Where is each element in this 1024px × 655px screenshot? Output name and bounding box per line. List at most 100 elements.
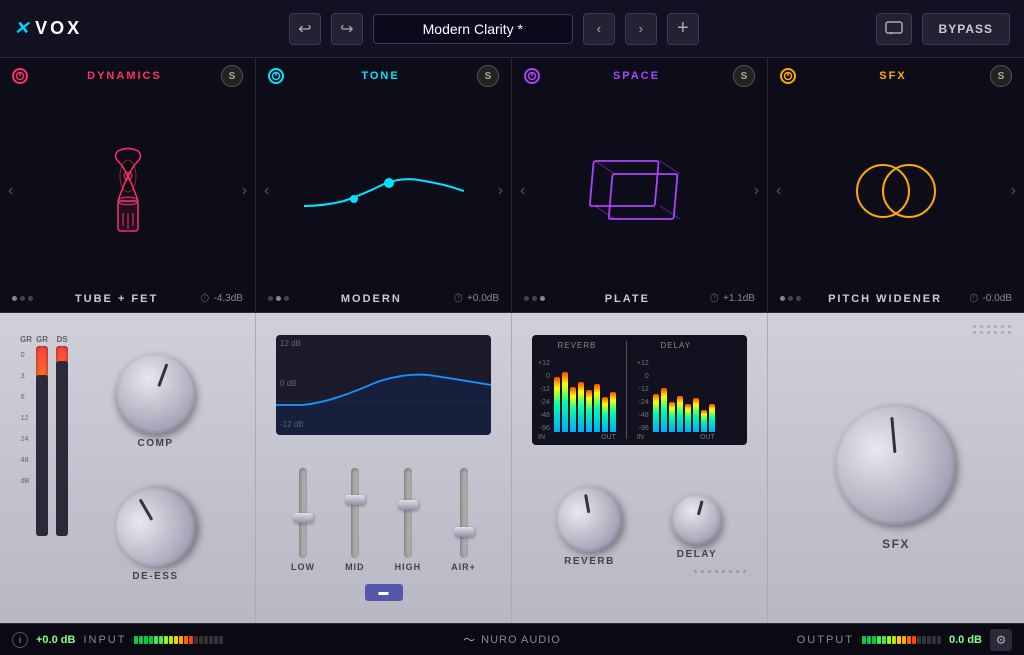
grille-dot: [701, 570, 704, 573]
tone-s-button[interactable]: S: [477, 65, 499, 87]
sfx-dot: [994, 325, 997, 328]
seg: [209, 636, 213, 644]
space-prev-button[interactable]: ‹: [520, 182, 525, 200]
space-power-button[interactable]: [524, 68, 540, 84]
space-db: +1.1dB: [723, 293, 755, 304]
space-next-button[interactable]: ›: [754, 182, 759, 200]
tone-db: +0.0dB: [467, 293, 499, 304]
delay-meter-label: DELAY: [660, 341, 691, 350]
eq-low-label: LOW: [291, 562, 315, 572]
seg: [189, 636, 193, 644]
right-controls: BYPASS: [876, 13, 1010, 45]
module-space-top: SPACE S: [512, 58, 767, 94]
eq-mode-button[interactable]: ▬: [365, 584, 403, 601]
sfx-knob[interactable]: [831, 400, 961, 530]
bar: [685, 404, 691, 432]
delay-knob-container: DELAY: [672, 495, 722, 560]
seg: [907, 636, 911, 644]
dynamics-prev-button[interactable]: ‹: [8, 182, 13, 200]
space-dots: [524, 296, 545, 301]
bar: [554, 377, 560, 432]
seg: [917, 636, 921, 644]
tone-next-button[interactable]: ›: [498, 182, 503, 200]
ds-meter-fill: [56, 361, 68, 536]
grille-dot: [743, 570, 746, 573]
seg: [937, 636, 941, 644]
comp-knob-container: COMP: [116, 354, 196, 449]
reverb-io-labels: IN OUT: [538, 434, 616, 441]
sfx-prev-button[interactable]: ‹: [776, 182, 781, 200]
comp-knob[interactable]: [104, 343, 207, 446]
bar: [661, 388, 667, 432]
status-left: i +0.0 dB INPUT: [12, 632, 345, 648]
dynamics-db: -4.3dB: [214, 293, 243, 304]
dot: [532, 296, 537, 301]
eq-air-thumb[interactable]: [454, 527, 474, 537]
input-label: INPUT: [83, 634, 126, 646]
space-s-button[interactable]: S: [733, 65, 755, 87]
sfx-dot: [994, 331, 997, 334]
nav-controls: ↩ ↪ Modern Clarity * ‹ › +: [112, 13, 875, 45]
bar: [677, 396, 683, 432]
reverb-out-label: OUT: [601, 434, 616, 441]
bar: [602, 397, 608, 432]
info-button[interactable]: i: [12, 632, 28, 648]
module-space: SPACE S ‹ › PLATE ⏱: [512, 58, 768, 312]
output-db: 0.0 dB: [949, 634, 982, 646]
tone-power-button[interactable]: [268, 68, 284, 84]
tone-visual: ‹ ›: [256, 94, 511, 287]
redo-button[interactable]: ↪: [331, 13, 363, 45]
speaker-grille: [694, 570, 747, 573]
gr-ds-meters: GR 0 3 6 12 24 48 dB GR: [20, 335, 68, 601]
sfx-dot: [980, 331, 983, 334]
seg: [174, 636, 178, 644]
bar: [701, 410, 707, 432]
reverb-out-bars: [586, 352, 616, 432]
eq-high-col: HIGH: [395, 468, 422, 572]
sfx-next-button[interactable]: ›: [1011, 182, 1016, 200]
dynamics-clock-icon: ⏱: [200, 291, 209, 306]
gr-meter: [36, 346, 48, 536]
dynamics-dots: [12, 296, 33, 301]
reverb-scale: +120-12-24-48-96: [538, 360, 550, 432]
tone-prev-button[interactable]: ‹: [264, 182, 269, 200]
delay-knob[interactable]: [666, 489, 727, 550]
seg: [932, 636, 936, 644]
status-center: 〜 NURO AUDIO: [345, 631, 678, 648]
space-controls-panel: REVERB +120-12-24-48-96: [512, 313, 768, 623]
deess-knob[interactable]: [101, 472, 210, 581]
eq-high-thumb[interactable]: [398, 500, 418, 510]
sfx-power-button[interactable]: [780, 68, 796, 84]
tone-controls-panel: 12 dB 0 dB -12 dB: [256, 313, 512, 623]
gr-meter-fill: [36, 375, 48, 537]
eq-mid-thumb[interactable]: [345, 495, 365, 505]
bypass-button[interactable]: BYPASS: [922, 13, 1010, 45]
reverb-knob[interactable]: [552, 482, 627, 557]
dynamics-next-button[interactable]: ›: [242, 182, 247, 200]
sfx-s-button[interactable]: S: [990, 65, 1012, 87]
seg: [912, 636, 916, 644]
modules-row: DYNAMICS S ‹ ›: [0, 58, 1024, 313]
sfx-dot: [1008, 325, 1011, 328]
space-panel: REVERB +120-12-24-48-96: [524, 325, 755, 611]
input-db: +0.0 dB: [36, 634, 75, 646]
seg: [897, 636, 901, 644]
tilde-icon: 〜: [463, 631, 475, 648]
prev-preset-button[interactable]: ‹: [583, 13, 615, 45]
bar: [562, 372, 568, 432]
eq-low-thumb[interactable]: [293, 513, 313, 523]
dynamics-s-button[interactable]: S: [221, 65, 243, 87]
delay-in-label: IN: [637, 434, 644, 441]
grille-dot: [729, 570, 732, 573]
undo-button[interactable]: ↩: [289, 13, 321, 45]
seg: [199, 636, 203, 644]
output-settings-button[interactable]: ⚙: [990, 629, 1012, 651]
dynamics-power-button[interactable]: [12, 68, 28, 84]
seg: [139, 636, 143, 644]
preset-name-display[interactable]: Modern Clarity *: [373, 14, 573, 44]
next-preset-button[interactable]: ›: [625, 13, 657, 45]
module-sfx-top: SFX S: [768, 58, 1024, 94]
add-preset-button[interactable]: +: [667, 13, 699, 45]
seg: [194, 636, 198, 644]
comment-button[interactable]: [876, 13, 912, 45]
